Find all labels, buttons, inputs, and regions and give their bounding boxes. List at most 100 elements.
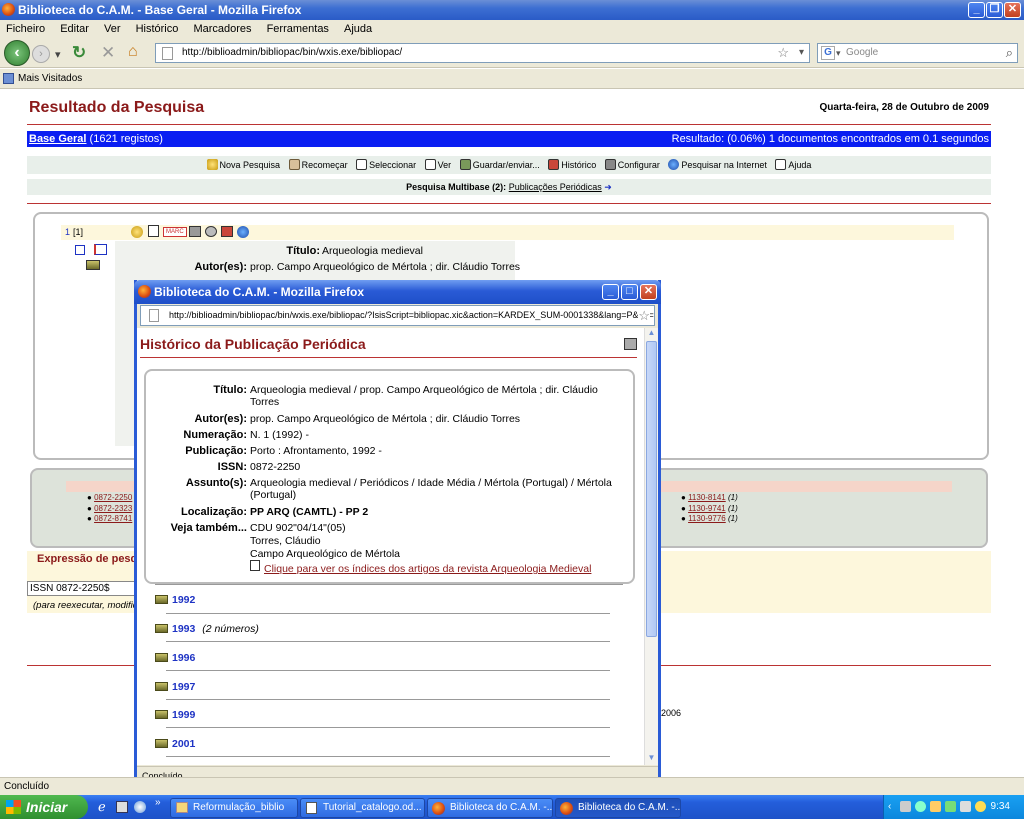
menu-ajuda[interactable]: Ajuda — [344, 23, 372, 35]
recomecar-button[interactable]: Recomeçar — [288, 156, 348, 174]
popup-close-button[interactable]: ✕ — [640, 284, 657, 300]
configurar-button[interactable]: Configurar — [604, 156, 660, 174]
desktop-quicklaunch-icon[interactable] — [116, 801, 128, 813]
year-1996-link[interactable]: 1996 — [155, 652, 195, 664]
menu-ficheiro[interactable]: Ficheiro — [6, 23, 45, 35]
popup-url-bar[interactable]: http://biblioadmin/bibliopac/bin/wxis.ex… — [140, 305, 655, 326]
field-value-publication: Porto : Afrontamento, 1992 - — [250, 445, 382, 457]
divider — [27, 203, 991, 204]
nova-pesquisa-button[interactable]: Nova Pesquisa — [206, 156, 280, 174]
star-bookmark-icon[interactable]: ☆ — [638, 306, 650, 325]
menu-historico[interactable]: Histórico — [136, 23, 179, 35]
year-note: (2 números) — [202, 623, 259, 635]
history-book-icon[interactable] — [221, 226, 233, 237]
security-icon[interactable] — [915, 801, 926, 812]
url-dropdown-icon[interactable]: ▾ — [799, 44, 804, 62]
select-checkbox[interactable] — [75, 245, 85, 255]
search-icon[interactable]: ⌕ — [1006, 44, 1013, 62]
close-button[interactable]: ✕ — [1004, 2, 1021, 18]
issn-link[interactable]: 1130-9741 — [688, 504, 726, 513]
forward-button[interactable]: › — [32, 45, 50, 63]
popup-minimize-button[interactable]: _ — [602, 284, 619, 300]
issn-link[interactable]: 0872-2250 — [94, 493, 132, 502]
volume-icon[interactable] — [960, 801, 971, 812]
globe-search-icon[interactable] — [237, 226, 249, 238]
ie-quicklaunch-icon[interactable]: ℯ — [98, 799, 106, 815]
scroll-up-arrow[interactable]: ▲ — [646, 328, 657, 340]
popup-maximize-button[interactable]: □ — [621, 284, 638, 300]
popup-scrollbar[interactable]: ▲ ▼ — [644, 328, 658, 765]
scroll-thumb[interactable] — [646, 341, 657, 637]
print-icon[interactable] — [189, 226, 201, 237]
year-1993-link[interactable]: 1993 (2 números) — [155, 623, 259, 635]
url-bar[interactable]: http://biblioadmin/bibliopac/bin/wxis.ex… — [155, 43, 810, 63]
issn-link[interactable]: 1130-9776 — [688, 514, 726, 523]
ver-button[interactable]: Ver — [424, 156, 451, 174]
marc-button[interactable]: MARC — [163, 227, 187, 237]
volumes-icon[interactable] — [86, 260, 100, 270]
star-bookmark-icon[interactable]: ☆ — [777, 44, 789, 62]
divider — [140, 357, 637, 358]
index-document-icon — [250, 560, 260, 571]
year-2001-link[interactable]: 2001 — [155, 738, 195, 750]
year-1999-link[interactable]: 1999 — [155, 709, 195, 721]
task-reformulacao[interactable]: Reformulação_biblio — [170, 798, 298, 818]
menu-editar[interactable]: Editar — [60, 23, 89, 35]
magnifier-icon[interactable] — [131, 226, 143, 238]
index-articles-link[interactable]: Clique para ver os índices dos artigos d… — [264, 563, 591, 575]
messenger-icon[interactable] — [975, 801, 986, 812]
base-geral-link[interactable]: Base Geral — [29, 133, 86, 145]
print-icon[interactable] — [624, 338, 637, 350]
scroll-down-arrow[interactable]: ▼ — [646, 753, 657, 765]
windows-logo-icon — [6, 800, 21, 814]
engine-dropdown-icon[interactable]: ▾ — [836, 44, 841, 62]
publicacoes-periodicas-link[interactable]: Publicações Periódicas — [509, 182, 602, 192]
arrow-right-icon[interactable]: ➜ — [604, 182, 612, 192]
menu-ver[interactable]: Ver — [104, 23, 121, 35]
issn-expression-field[interactable]: ISSN 0872-2250$ — [27, 581, 147, 596]
divider — [27, 124, 991, 125]
media-quicklaunch-icon[interactable] — [134, 801, 146, 813]
issn-link[interactable]: 0872-8741 — [94, 514, 132, 523]
bookmark-mais-visitados[interactable]: Mais Visitados — [18, 73, 82, 84]
network-icon[interactable] — [900, 801, 911, 812]
cd-icon[interactable] — [205, 226, 217, 237]
issn-link[interactable]: 1130-8141 — [688, 493, 726, 502]
save-send-icon — [459, 159, 471, 170]
year-1992-link[interactable]: 1992 — [155, 594, 195, 606]
popup-heading: Histórico da Publicação Periódica — [140, 336, 366, 352]
history-dropdown-icon[interactable]: ▾ — [55, 48, 61, 61]
antivirus-icon[interactable] — [945, 801, 956, 812]
ajuda-button[interactable]: Ajuda — [775, 156, 811, 174]
firefox-icon — [560, 802, 573, 815]
task-tutorial[interactable]: Tutorial_catalogo.od... — [300, 798, 425, 818]
field-label: Localização: — [180, 506, 247, 518]
historico-button[interactable]: Histórico — [548, 156, 596, 174]
tray-expand-icon[interactable]: ‹ — [888, 795, 891, 819]
field-label: Assunto(s): — [185, 477, 247, 489]
restore-button[interactable]: ❐ — [986, 2, 1003, 18]
guardar-enviar-button[interactable]: Guardar/enviar... — [459, 156, 540, 174]
start-button[interactable]: Iniciar — [0, 795, 88, 819]
search-input[interactable]: G ▾ Google ⌕ — [817, 43, 1018, 63]
issn-link[interactable]: 0872-2323 — [94, 504, 132, 513]
back-button[interactable]: ‹ — [4, 40, 30, 66]
reload-icon[interactable]: ↻ — [72, 43, 86, 63]
google-engine-icon[interactable]: G — [821, 46, 835, 60]
home-icon[interactable]: ⌂ — [128, 43, 138, 61]
list-item: ● 1130-9741 (1) — [681, 503, 738, 513]
edit-record-icon[interactable] — [148, 225, 159, 237]
task-biblioteca-2[interactable]: Biblioteca do C.A.M. -... — [555, 798, 681, 818]
menu-ferramentas[interactable]: Ferramentas — [267, 23, 329, 35]
update-icon[interactable] — [930, 801, 941, 812]
task-biblioteca-1[interactable]: Biblioteca do C.A.M. -... — [427, 798, 553, 818]
open-book-icon[interactable] — [94, 244, 107, 255]
popup-title: Biblioteca do C.A.M. - Mozilla Firefox — [154, 285, 365, 299]
pesquisar-internet-button[interactable]: Pesquisar na Internet — [668, 156, 767, 174]
seleccionar-button[interactable]: Seleccionar — [356, 156, 416, 174]
menu-marcadores[interactable]: Marcadores — [193, 23, 251, 35]
year-1997-link[interactable]: 1997 — [155, 681, 195, 693]
stop-icon[interactable]: ✕ — [101, 43, 115, 63]
minimize-button[interactable]: _ — [968, 2, 985, 18]
quicklaunch-expand-icon[interactable]: » — [155, 797, 161, 808]
